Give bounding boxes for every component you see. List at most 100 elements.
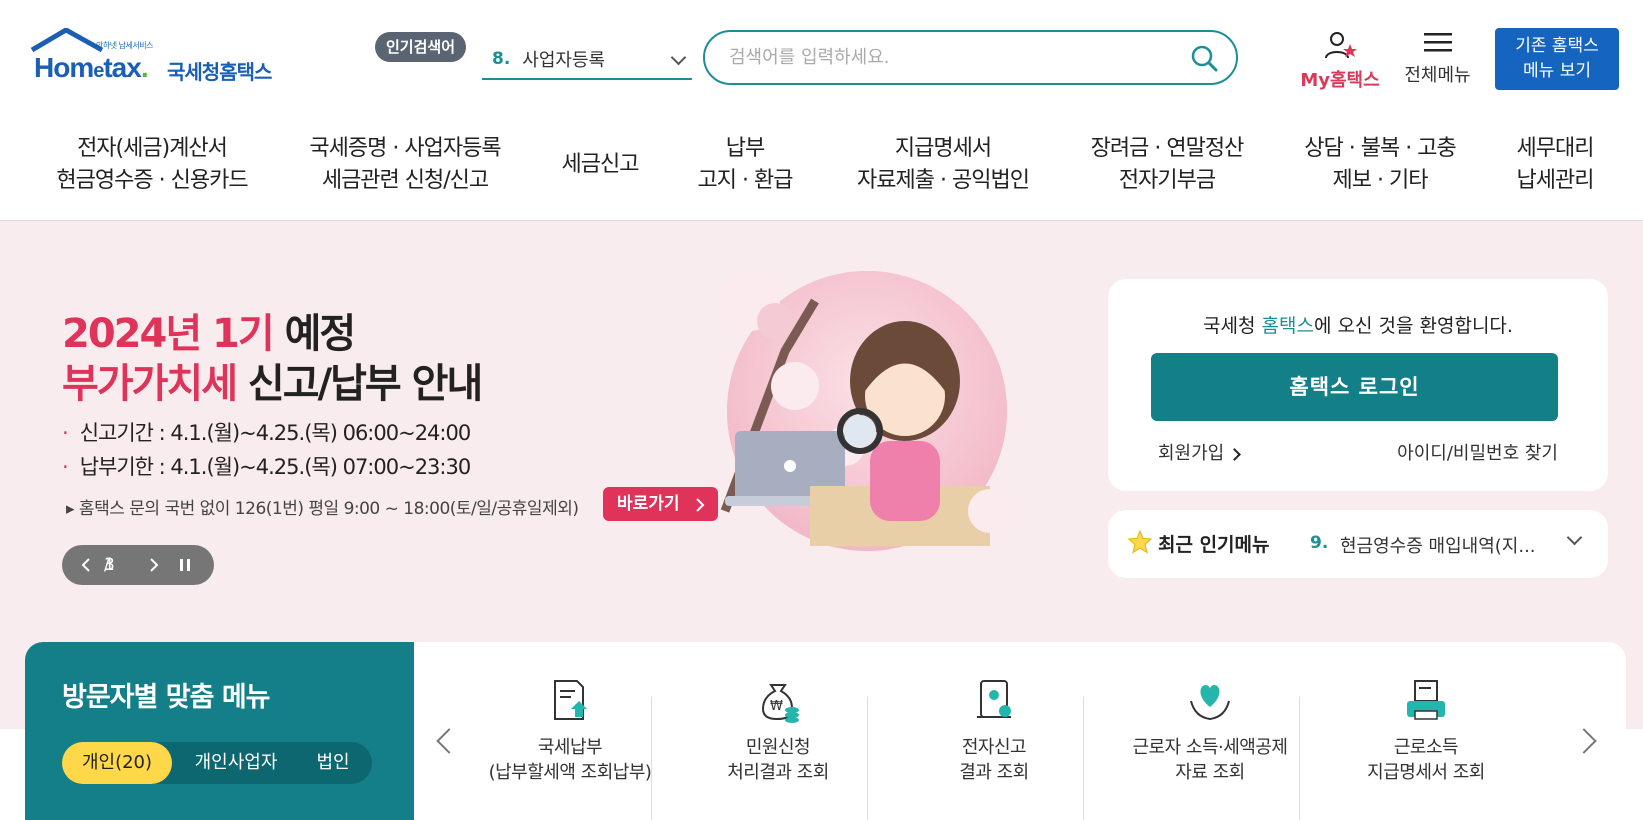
recent-menu-title: 최근 인기메뉴	[1158, 534, 1270, 556]
hero-filing-text: 신고기간 : 4.1.(월)~4.25.(목) 06:00~24:00	[79, 421, 472, 445]
visitor-menu-label: 전자신고 결과 조회	[959, 737, 1029, 783]
hero-illustration-image	[720, 271, 1012, 551]
chevron-right-icon	[1228, 448, 1242, 461]
nav-item-tax-filing[interactable]: 세금신고	[555, 149, 645, 181]
bullet: ·	[62, 421, 69, 445]
visitor-menu-label: 민원신청 처리결과 조회	[727, 737, 829, 783]
header: 안하넷 납세서비스 Hometax. 국세청홈택스 인기검색어 8. 사업자등록…	[0, 0, 1643, 115]
nav-line1: 상담 · 불복 · 고충	[1304, 136, 1456, 161]
tab-corporation[interactable]: 법인	[298, 742, 368, 784]
nav-line2: 고지 · 환급	[697, 168, 794, 193]
slide-total: 3	[104, 555, 115, 575]
carousel-next-icon[interactable]	[1571, 728, 1597, 754]
nav-line1: 납부	[725, 136, 765, 161]
popular-search-badge: 인기검색어	[375, 32, 467, 62]
nav-line2: 세금관련 신청/신고	[321, 168, 489, 193]
nav-item-e-invoice[interactable]: 전자(세금)계산서 현금영수증 · 신용카드	[52, 133, 252, 197]
welcome-message: 국세청 홈택스에 오신 것을 환영합니다.	[1108, 311, 1608, 338]
slide-pager: 1/3	[62, 545, 214, 585]
nav-line1: 전자(세금)계산서	[77, 136, 228, 161]
next-slide-icon[interactable]	[148, 557, 160, 573]
chevron-down-icon[interactable]	[1566, 529, 1583, 546]
legacy-menu-line2: 메뉴 보기	[1523, 61, 1591, 81]
my-hometax-button[interactable]: My홈택스	[1295, 30, 1385, 92]
nav-line1: 국세증명 · 사업자등록	[309, 136, 501, 161]
nav-line2: 자료제출 · 공익법인	[857, 168, 1030, 193]
visitor-menu-label: 국세납부 (납부할세액 조회납부)	[488, 737, 652, 783]
hamburger-menu-icon	[1423, 33, 1452, 52]
tab-sole-proprietor[interactable]: 개인사업자	[180, 742, 292, 784]
nav-line2: 전자기부금	[1118, 168, 1216, 193]
logo-brand-prefix: Hom	[34, 52, 94, 83]
visitor-menu-title: 방문자별 맞춤 메뉴	[62, 682, 271, 713]
visitor-menu-item[interactable]: 근로자 소득·세액공제 자료 조회	[1097, 677, 1323, 785]
hero-payment-deadline: · 납부기한 : 4.1.(월)~4.25.(목) 07:00~23:30	[62, 451, 472, 481]
welcome-post: 에 오신 것을 환영합니다.	[1313, 315, 1513, 337]
divider	[1083, 697, 1084, 820]
main-nav: 전자(세금)계산서 현금영수증 · 신용카드 국세증명 · 사업자등록 세금관련…	[0, 115, 1643, 221]
goto-label: 바로가기	[617, 494, 680, 514]
visitor-menu-item[interactable]: 전자신고 결과 조회	[881, 677, 1107, 785]
divider	[867, 697, 868, 820]
hero-title2-highlight: 부가가치세	[62, 361, 238, 407]
logo-korean-text: 국세청홈택스	[167, 60, 272, 84]
logo-brand-suffix: tax	[103, 52, 141, 83]
nav-item-certificates[interactable]: 국세증명 · 사업자등록 세금관련 신청/신고	[300, 133, 510, 197]
login-button[interactable]: 홈택스 로그인	[1151, 353, 1558, 421]
heart-hands-icon	[1190, 685, 1230, 721]
find-id-password-link[interactable]: 아이디/비밀번호 찾기	[1397, 439, 1558, 465]
visitor-menu-item[interactable]: 국세납부 (납부할세액 조회납부)	[457, 677, 683, 785]
nav-line1: 세무대리	[1516, 136, 1595, 161]
svg-text:₩: ₩	[770, 699, 783, 714]
tax-payment-icon	[554, 680, 587, 720]
money-bag-icon: ₩	[761, 684, 799, 723]
visitor-menu-item[interactable]: ₩ 민원신청 처리결과 조회	[665, 677, 891, 785]
recent-popular-menu[interactable]: 최근 인기메뉴 9. 현금영수증 매입내역(지...	[1108, 510, 1608, 578]
logo-tagline: 안하넷 납세서비스	[96, 41, 153, 50]
search-icon[interactable]	[1190, 44, 1218, 72]
nav-item-payment[interactable]: 납부 고지 · 환급	[690, 133, 800, 197]
search-input[interactable]	[729, 47, 1169, 68]
nav-item-payment-statement[interactable]: 지급명세서 자료제출 · 공익법인	[848, 133, 1038, 197]
hero-payment-text: 납부기한 : 4.1.(월)~4.25.(목) 07:00~23:30	[79, 455, 472, 479]
printer-document-icon	[1407, 680, 1445, 720]
chevron-down-icon[interactable]	[670, 49, 687, 66]
nav-line1: 세금신고	[561, 152, 640, 177]
all-menu-button[interactable]: 전체메뉴	[1395, 30, 1480, 87]
bullet: ·	[62, 455, 69, 479]
nav-line2: 제보 · 기타	[1332, 168, 1429, 193]
visitor-menu-panel: 방문자별 맞춤 메뉴 개인(20) 개인사업자 법인 국세납부 (납부할세액 조회…	[25, 642, 1626, 820]
popular-term: 사업자등록	[522, 50, 606, 71]
login-card: 국세청 홈택스에 오신 것을 환영합니다. 홈택스 로그인 회원가입 아이디/비…	[1108, 279, 1608, 491]
hero-title2-rest: 신고/납부 안내	[236, 361, 483, 407]
nav-item-consulting[interactable]: 상담 · 불복 · 고충 제보 · 기타	[1295, 133, 1465, 197]
pause-icon[interactable]	[178, 557, 192, 573]
scroll-document-icon	[977, 680, 1011, 718]
logo-brand-e: e	[93, 60, 104, 82]
nav-item-incentive[interactable]: 장려금 · 연말정산 전자기부금	[1082, 133, 1252, 197]
visitor-type-tabs: 개인(20) 개인사업자 법인	[62, 742, 372, 784]
welcome-pre: 국세청	[1203, 315, 1262, 337]
hero-filing-period: · 신고기간 : 4.1.(월)~4.25.(목) 06:00~24:00	[62, 417, 472, 447]
nav-item-tax-agent[interactable]: 세무대리 납세관리	[1505, 133, 1605, 197]
signup-link[interactable]: 회원가입	[1158, 439, 1242, 465]
user-star-icon	[1325, 32, 1357, 59]
my-hometax-label: My홈택스	[1300, 70, 1380, 91]
all-menu-label: 전체메뉴	[1404, 65, 1471, 86]
hero-title-line2: 부가가치세 신고/납부 안내	[62, 351, 483, 409]
recent-item: 현금영수증 매입내역(지...	[1340, 536, 1536, 557]
welcome-brand: 홈택스	[1261, 315, 1314, 337]
visitor-menu-label: 근로소득 지급명세서 조회	[1367, 737, 1485, 783]
legacy-menu-line1: 기존 홈택스	[1515, 36, 1599, 56]
popular-search-select[interactable]: 8. 사업자등록	[482, 40, 692, 80]
legacy-menu-button[interactable]: 기존 홈택스 메뉴 보기	[1495, 28, 1619, 90]
divider	[1299, 697, 1300, 820]
hometax-logo[interactable]: 안하넷 납세서비스 Hometax. 국세청홈택스	[28, 26, 298, 96]
nav-line1: 장려금 · 연말정산	[1090, 136, 1245, 161]
star-icon	[1128, 530, 1152, 554]
tab-individual[interactable]: 개인(20)	[62, 742, 172, 784]
nav-line1: 지급명세서	[894, 136, 992, 161]
nav-line2: 납세관리	[1516, 168, 1595, 193]
prev-slide-icon[interactable]	[80, 557, 92, 573]
visitor-menu-item[interactable]: 근로소득 지급명세서 조회	[1313, 677, 1539, 785]
